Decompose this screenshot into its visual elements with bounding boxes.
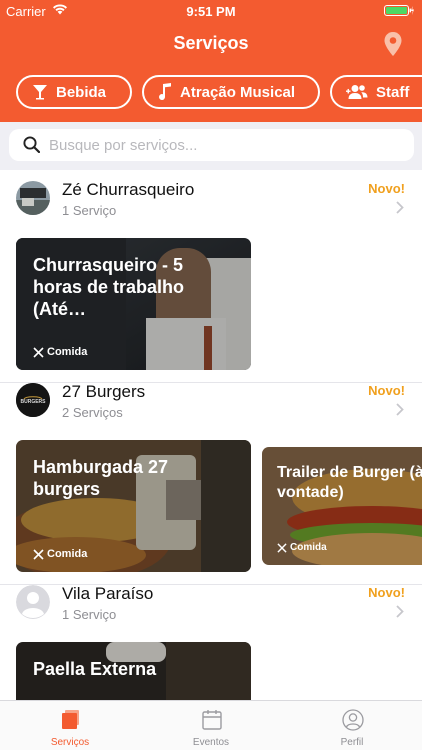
search-bar [0,122,422,170]
service-title: Paella Externa [33,659,157,679]
tab-eventos[interactable]: Eventos [141,701,281,750]
new-badge: Novo! [368,585,405,600]
tab-perfil[interactable]: Perfil [282,701,422,750]
new-badge: Novo! [368,181,405,196]
chevron-right-icon [396,201,404,214]
page-title: Serviços [173,33,249,53]
avatar-logo-text: BURGERS [20,399,46,405]
provider-name: 27 Burgers [62,382,146,401]
service-card[interactable]: Paella Externa [16,642,251,700]
category-chip-label: Staff [376,83,410,101]
service-card[interactable]: Hamburgada 27 burgers Comida [16,440,251,572]
category-chip-label: Atração Musical [180,83,296,101]
provider-name: Vila Paraíso [62,584,154,603]
service-title: Churrasqueiro - 5 horas de trabalho (Até… [33,255,185,319]
provider-service-count: 2 Serviços [62,405,123,420]
services-icon [62,710,79,729]
cocktail-icon [33,85,47,100]
service-category: Comida [277,542,327,553]
tab-label: Eventos [192,737,230,748]
provider-row-27-burgers[interactable]: BURGERS 27 Burgers 2 Serviços Novo! [0,372,422,424]
music-note-icon [159,83,171,101]
category-filter-bar: Bebida Atração Musical Staff [0,75,422,111]
category-chip-label: Bebida [56,83,107,101]
service-category: Comida [33,548,87,560]
service-card[interactable]: Trailer de Burger (à vontade) Comida [262,447,422,565]
profile-icon [342,709,364,731]
avatar-placeholder-icon [16,585,50,619]
search-icon [23,136,40,153]
category-chip-bebida[interactable]: Bebida [16,75,132,109]
tab-bar: Serviços Eventos Perfil [0,700,422,750]
tab-label: Perfil [340,737,364,748]
service-category: Comida [33,346,87,358]
utensils-icon [277,542,287,553]
tab-servicos[interactable]: Serviços [0,701,140,750]
service-title: Hamburgada 27 burgers [33,457,169,499]
category-chip-atracao-musical[interactable]: Atração Musical [142,75,320,109]
tab-label: Serviços [50,737,90,748]
app-header: Carrier 9:51 PM Serviços Bebida Atração … [0,0,422,122]
search-field[interactable] [9,129,414,161]
search-input[interactable] [49,133,404,157]
status-bar: Carrier 9:51 PM [0,0,422,22]
provider-row-vila-paraiso[interactable]: Vila Paraíso 1 Serviço Novo! [0,574,422,626]
provider-name: Zé Churrasqueiro [62,180,195,199]
category-chip-staff[interactable]: Staff [330,75,422,109]
calendar-icon [202,710,222,730]
location-pin-icon[interactable] [384,32,402,56]
service-card[interactable]: Churrasqueiro - 5 horas de trabalho (Até… [16,238,251,370]
service-category-label: Comida [47,346,88,358]
service-title: Trailer de Burger (à vontade) [277,464,422,501]
new-badge: Novo! [368,383,405,398]
people-icon [346,85,368,99]
provider-service-count: 1 Serviço [62,607,117,622]
avatar: BURGERS [16,383,50,417]
utensils-icon [33,346,44,358]
provider-row-ze-churrasqueiro[interactable]: Zé Churrasqueiro 1 Serviço Novo! [0,170,422,222]
chevron-right-icon [396,403,404,416]
avatar [16,181,50,215]
clock: 9:51 PM [186,4,236,19]
utensils-icon [33,548,44,560]
battery-icon [384,5,414,16]
service-category-label: Comida [47,548,88,560]
service-category-label: Comida [290,542,327,553]
chevron-right-icon [396,605,404,618]
provider-service-count: 1 Serviço [62,203,117,218]
services-list: Zé Churrasqueiro 1 Serviço Novo! Churras… [0,170,422,700]
